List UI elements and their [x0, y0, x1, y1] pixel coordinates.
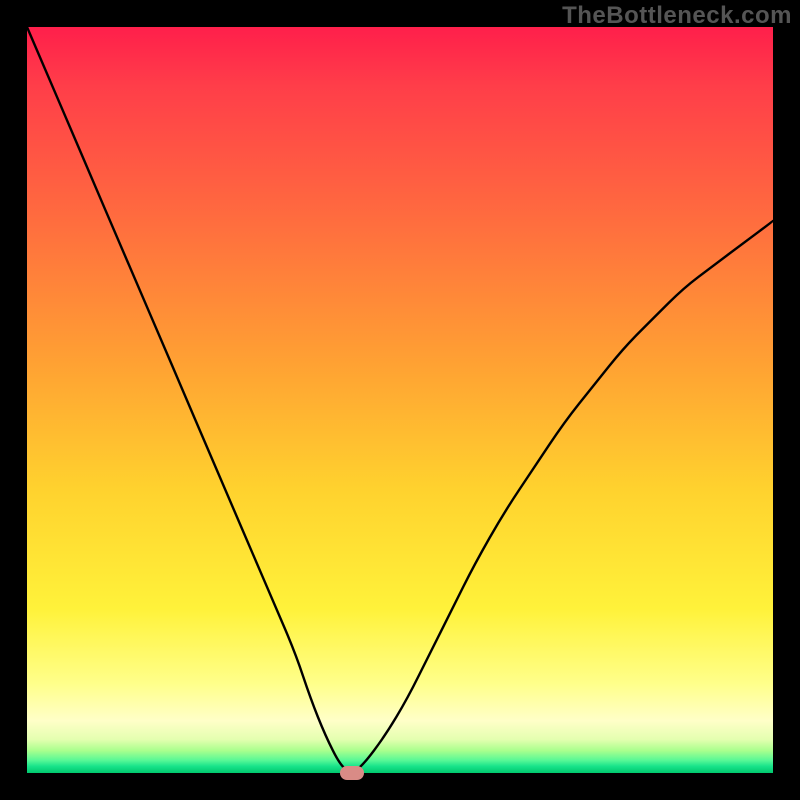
minimum-marker	[340, 766, 364, 780]
curve-svg	[27, 27, 773, 773]
bottleneck-curve-path	[27, 27, 773, 771]
watermark-text: TheBottleneck.com	[562, 2, 792, 30]
chart-frame: TheBottleneck.com	[0, 0, 800, 800]
plot-area	[27, 27, 773, 773]
